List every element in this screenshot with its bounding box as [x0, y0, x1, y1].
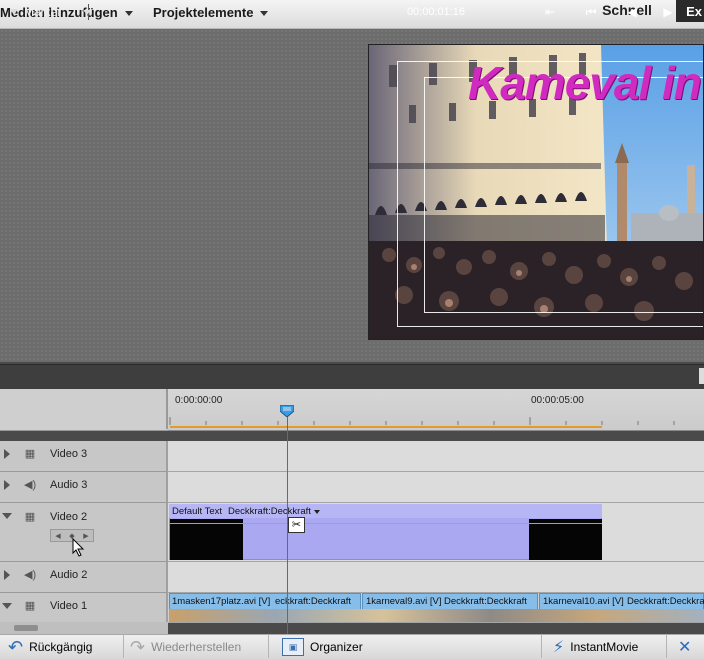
video-clip-3-effect[interactable]: Deckkraft:Deckkra — [627, 596, 704, 607]
divider — [123, 634, 124, 658]
collapse-track-icon[interactable] — [2, 603, 12, 609]
speaker-icon: ◀) — [24, 479, 37, 491]
track-body-audio3[interactable] — [168, 472, 704, 503]
organizer-icon: ▣ — [282, 638, 304, 656]
organizer-label: Organizer — [310, 640, 363, 654]
marker-icon — [10, 9, 18, 15]
project-assets-menu[interactable]: Projektelemente — [153, 2, 269, 22]
ruler-divider — [166, 389, 168, 429]
video-clip-2-name: 1karneval9.avi [V] — [366, 596, 442, 607]
track-name-audio3: Audio 3 — [50, 479, 88, 491]
video-clip-thumbnails — [169, 609, 704, 622]
expand-track-icon[interactable] — [4, 480, 10, 490]
instant-movie-button[interactable]: ⚡ InstantMovie — [553, 638, 638, 656]
play-icon[interactable]: ▶ — [657, 2, 679, 22]
instant-movie-label: InstantMovie — [570, 640, 639, 654]
marker-toolbar — [0, 364, 704, 389]
scrollbar-thumb[interactable] — [14, 625, 38, 631]
text-clip-effect[interactable]: Deckkraft:Deckkraft — [228, 506, 311, 517]
track-body-audio2[interactable] — [168, 562, 704, 593]
skip-to-start-icon[interactable]: ⏮ — [580, 2, 602, 22]
go-to-previous-edit-point-icon[interactable]: ⇤ — [539, 2, 561, 22]
undo-label: Rückgängig — [29, 640, 93, 654]
expand-track-icon[interactable] — [4, 449, 10, 459]
ruler-label-start: 0:00:00:00 — [175, 395, 223, 406]
undo-button[interactable]: ↶ Rückgängig — [8, 636, 93, 657]
marker-label: Marker — [24, 5, 62, 19]
track-name-video1: Video 1 — [50, 600, 88, 612]
expand-track-icon[interactable] — [4, 570, 10, 580]
current-timecode: 00:00:01:16 — [406, 6, 466, 18]
ruler-ticks — [169, 417, 675, 425]
clip-thumbnail-start — [170, 519, 243, 560]
track-name-video3: Video 3 — [50, 448, 88, 460]
divider — [666, 634, 667, 658]
video-clip-2-effect[interactable]: Deckkraft:Deckkraft — [444, 596, 527, 607]
track-name-audio2: Audio 2 — [50, 569, 88, 581]
opacity-rubberband[interactable] — [170, 523, 602, 524]
marker-dropdown[interactable]: Marker — [6, 4, 92, 20]
chevron-down-icon[interactable] — [314, 510, 320, 514]
playhead-handle-icon[interactable] — [280, 405, 294, 417]
expert-mode-button[interactable]: Ex — [676, 0, 704, 22]
undo-arrow-icon: ↶ — [8, 636, 24, 657]
film-strip-icon: ▦ — [24, 448, 36, 460]
title-text-overlay[interactable]: Kameval in — [468, 56, 702, 110]
organizer-button[interactable]: ▣ Organizer — [282, 638, 363, 656]
step-back-icon[interactable]: ◀ — [621, 2, 643, 22]
track-name-video2: Video 2 — [50, 511, 88, 523]
chevron-down-icon — [124, 10, 133, 16]
divider — [541, 634, 542, 658]
tools-button[interactable]: ✕ — [678, 638, 691, 656]
video-clip-1-name: 1masken17platz.avi [V] — [172, 596, 271, 607]
previous-keyframe-icon[interactable]: ◀ — [55, 532, 60, 540]
title-safe-guide — [424, 77, 703, 313]
redo-arrow-icon: ↷ — [130, 636, 146, 657]
playhead-line[interactable] — [287, 414, 288, 634]
video-clip-3-name: 1karneval10.avi [V] — [543, 596, 624, 607]
divider — [268, 634, 269, 658]
work-area-bar[interactable] — [170, 426, 602, 428]
text-clip-name: Default Text — [172, 506, 222, 517]
scissors-icon: ✂ — [288, 517, 305, 533]
project-assets-label: Projektelemente — [153, 4, 254, 20]
track-body-video3[interactable] — [168, 441, 704, 472]
mouse-cursor-icon — [72, 538, 85, 557]
chevron-down-icon — [83, 9, 92, 15]
clip-thumbnail-end — [529, 519, 602, 560]
redo-label: Wiederherstellen — [151, 640, 242, 654]
redo-button[interactable]: ↷ Wiederherstellen — [130, 636, 242, 657]
timeline-scrollbar[interactable] — [0, 622, 168, 634]
film-strip-icon: ▦ — [24, 511, 36, 523]
ruler-label-5s: 00:00:05:00 — [531, 395, 584, 406]
time-ruler[interactable] — [168, 389, 704, 431]
speaker-icon: ◀) — [24, 569, 37, 581]
chevron-down-icon — [260, 10, 269, 16]
tools-icon: ✕ — [678, 639, 692, 656]
step-forward-icon[interactable] — [699, 368, 704, 384]
film-strip-icon: ▦ — [24, 600, 36, 612]
lightning-icon: ⚡ — [553, 639, 565, 656]
collapse-track-icon[interactable] — [2, 513, 12, 519]
timeline-header-left — [0, 389, 168, 431]
